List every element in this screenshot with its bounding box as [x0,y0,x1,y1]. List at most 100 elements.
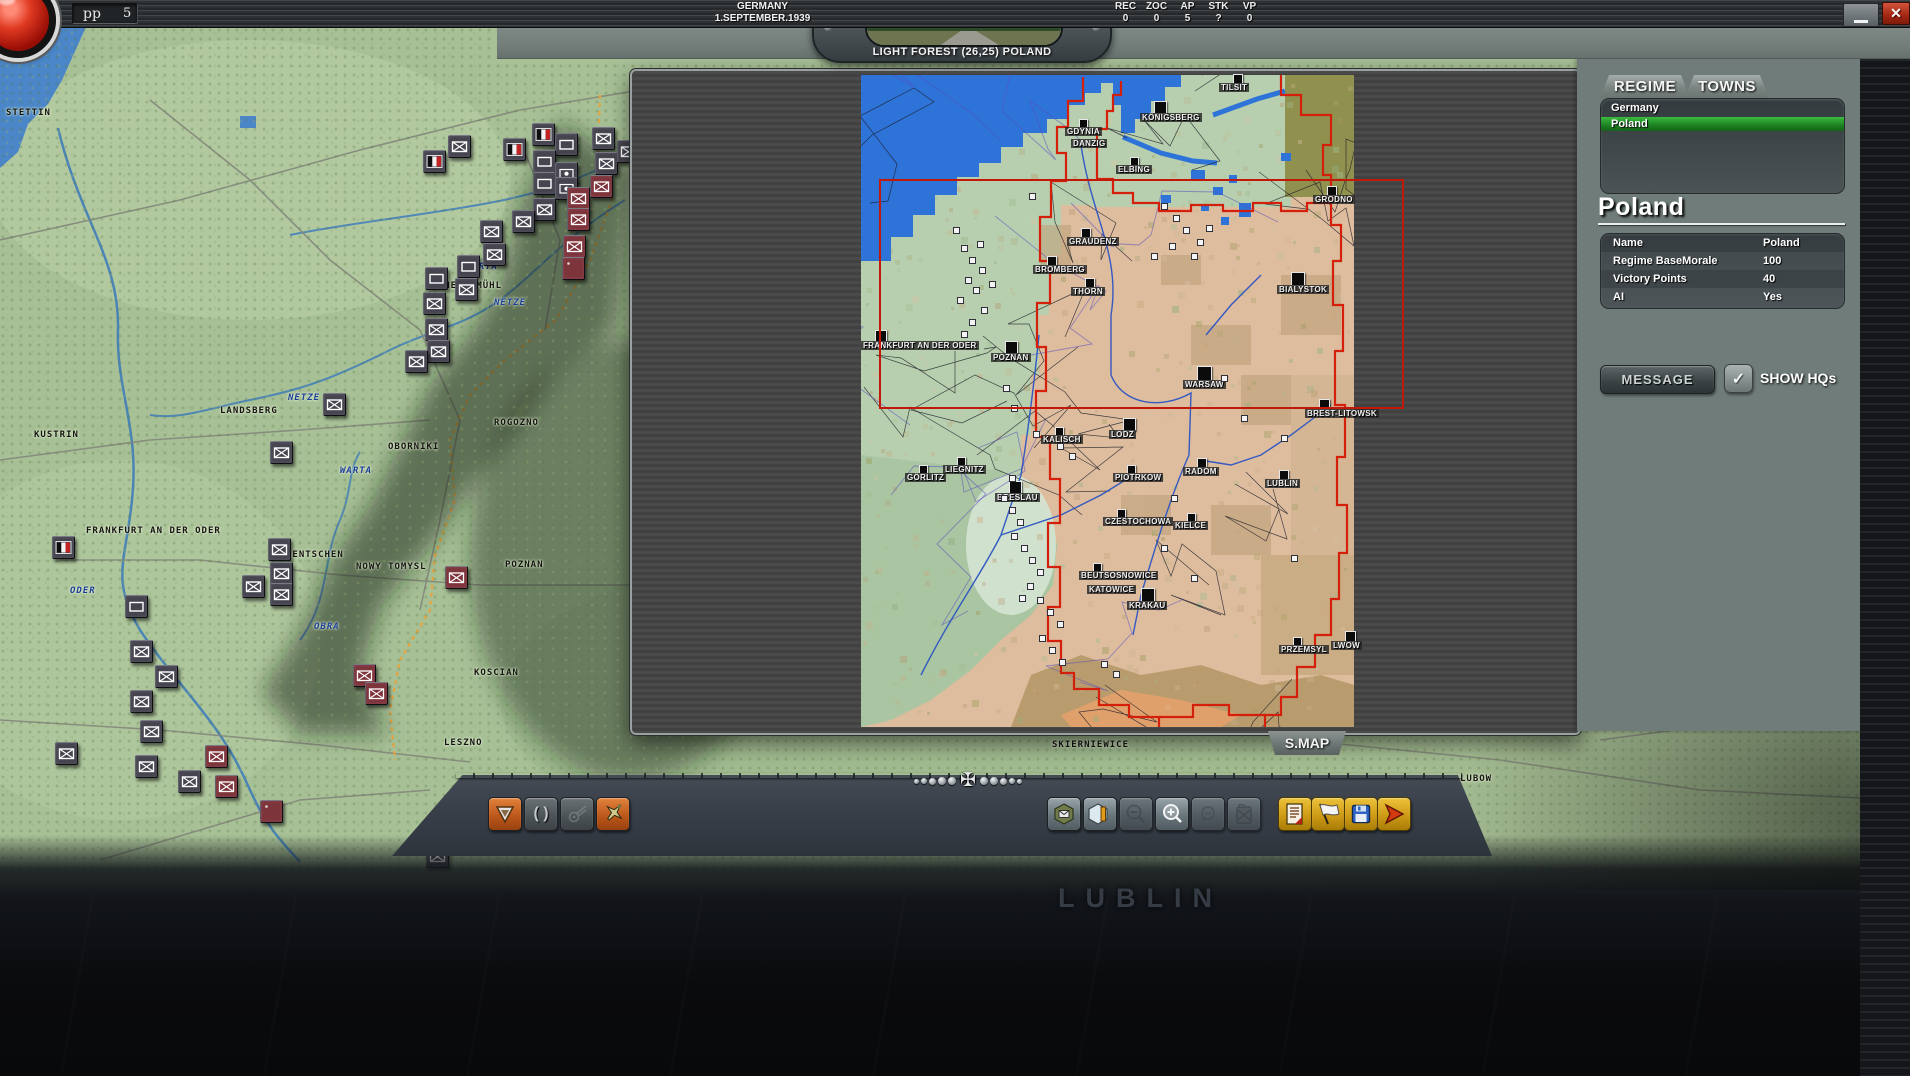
polish-unit-counter[interactable] [445,566,468,589]
top-bar: pp 5 GERMANY 1.SEPTEMBER.1939 REC0 ZOC0 … [0,0,1910,28]
polish-unit-counter[interactable] [562,257,585,280]
german-unit-counter[interactable] [270,441,293,464]
german-unit-counter[interactable] [555,133,578,156]
german-unit-counter[interactable] [405,350,428,373]
town-dot-icon [1001,495,1008,502]
polish-unit-counter[interactable] [590,175,613,198]
german-unit-counter[interactable] [130,640,153,663]
german-unit-counter[interactable] [455,278,478,301]
town-label: LANDSBERG [220,406,278,416]
town-dot-icon [1009,507,1016,514]
german-unit-counter[interactable] [55,742,78,765]
tab-regime[interactable]: REGIME [1600,75,1690,98]
political-points-box: pp 5 [72,3,138,24]
german-unit-counter[interactable] [503,138,526,161]
town-dot-icon [1037,597,1044,604]
polish-unit-counter[interactable] [563,235,586,258]
german-unit-counter[interactable] [483,243,506,266]
town-dot-icon [1069,453,1076,460]
polish-unit-counter[interactable] [365,682,388,705]
german-unit-counter[interactable] [533,150,556,173]
city-label: KATOWICE [1087,585,1136,594]
german-unit-counter[interactable] [512,210,535,233]
detail-row: Name Poland [1601,234,1844,252]
artillery-icon [565,803,589,825]
location-label: LIGHT FOREST (26,25) POLAND [814,46,1110,58]
garland-bead-icon [921,778,927,784]
german-unit-counter[interactable] [270,562,293,585]
town-dot-icon [1009,475,1016,482]
close-button[interactable]: ✕ [1882,2,1910,25]
garland-bead-icon [1017,779,1022,784]
tab-towns[interactable]: TOWNS [1685,75,1769,98]
german-unit-counter[interactable] [425,267,448,290]
pp-value: 5 [123,6,131,21]
polish-unit-counter[interactable] [567,208,590,231]
german-unit-counter[interactable] [125,595,148,618]
stat-vp: VP0 [1234,1,1265,25]
fuel-can-button[interactable] [1227,797,1261,831]
german-unit-counter[interactable] [323,393,346,416]
minimize-icon [1854,20,1868,23]
regime-date: GERMANY 1.SEPTEMBER.1939 [660,1,865,25]
german-unit-counter[interactable] [52,536,75,559]
polish-unit-counter[interactable] [205,745,228,768]
hex-counter-button[interactable] [1047,797,1081,831]
zoom-out-button[interactable] [1119,797,1153,831]
town-dot-icon [1241,415,1248,422]
message-button[interactable]: MESSAGE [1600,365,1715,394]
save-disk-button[interactable] [1344,797,1378,831]
german-unit-counter[interactable] [532,123,555,146]
current-date: 1.SEPTEMBER.1939 [660,13,865,25]
german-unit-counter[interactable] [178,770,201,793]
polish-unit-counter[interactable] [260,800,283,823]
german-unit-counter[interactable] [425,318,448,341]
german-unit-counter[interactable] [423,292,446,315]
report-button[interactable] [1278,797,1312,831]
garland-bead-icon [938,777,946,785]
german-unit-counter[interactable] [480,220,503,243]
german-unit-counter[interactable] [268,538,291,561]
hex-info-button[interactable] [1083,797,1117,831]
polish-unit-counter[interactable] [567,187,590,210]
smap-tab[interactable]: S.MAP [1268,731,1346,755]
zoom-out-icon [1124,802,1148,826]
city-label: PIOTRKOW [1113,473,1163,482]
city-label: CZESTOCHOWA [1103,517,1173,526]
end-turn-button[interactable] [1377,797,1411,831]
german-unit-counter[interactable] [242,575,265,598]
german-unit-counter[interactable] [448,135,471,158]
regime-row-germany[interactable]: Germany [1601,101,1844,115]
artillery-button[interactable] [560,797,594,831]
airplane-button[interactable] [596,797,630,831]
german-unit-counter[interactable] [270,583,293,606]
river-label: NETZE [288,393,320,403]
down-triangle-button[interactable] [488,797,522,831]
white-flag-button[interactable] [1311,797,1345,831]
german-unit-counter[interactable] [595,152,618,175]
german-unit-counter[interactable] [423,150,446,173]
german-unit-counter[interactable] [457,255,480,278]
detail-row: Victory Points 40 [1601,270,1844,288]
garland-bead-icon [1000,778,1007,785]
minimize-button[interactable] [1843,3,1879,27]
regime-row-poland[interactable]: Poland [1601,117,1844,131]
german-unit-counter[interactable] [533,172,556,195]
german-unit-counter[interactable] [135,755,158,778]
show-hqs-checkbox[interactable]: ✓ [1724,364,1753,393]
zoom-in-button[interactable] [1155,797,1189,831]
german-unit-counter[interactable] [427,340,450,363]
polish-unit-counter[interactable] [215,775,238,798]
parentheses-button[interactable]: ( ) [524,797,558,831]
german-unit-counter[interactable] [155,665,178,688]
german-unit-counter[interactable] [592,127,615,150]
german-unit-counter[interactable] [140,720,163,743]
artwork-lublin-label: LUBLIN [1058,883,1223,914]
town-label: KOSCIAN [474,668,519,678]
pp-label: pp [83,6,101,22]
town-dot-icon [1057,621,1064,628]
zoom-reset-button[interactable] [1191,797,1225,831]
german-unit-counter[interactable] [130,690,153,713]
parentheses-icon: ( ) [533,805,548,823]
german-unit-counter[interactable] [533,198,556,221]
